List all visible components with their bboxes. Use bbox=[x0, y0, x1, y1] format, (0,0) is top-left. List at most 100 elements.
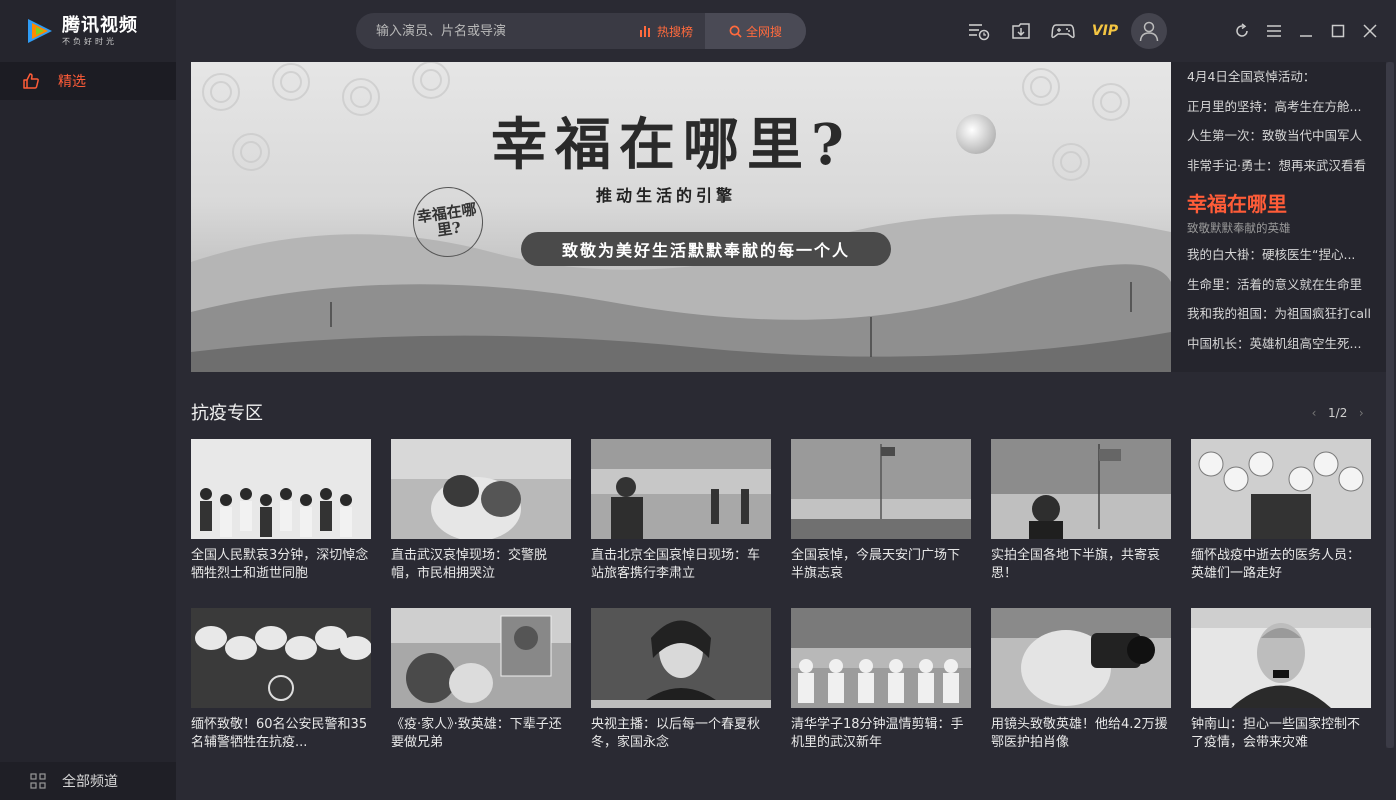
sidebar-item-featured[interactable]: 精选 bbox=[0, 62, 176, 100]
pager: ‹ 1/2 › bbox=[1306, 406, 1369, 420]
bar-chart-icon bbox=[639, 26, 650, 37]
video-title[interactable]: 实拍全国各地下半旗，共寄哀思！ bbox=[991, 547, 1171, 583]
toolbar-icons: VIP bbox=[964, 16, 1132, 46]
list-item[interactable]: 我和我的祖国：为祖国疯狂打call bbox=[1171, 299, 1386, 329]
next-page-icon[interactable]: › bbox=[1353, 406, 1369, 420]
video-thumbnail[interactable] bbox=[1191, 439, 1371, 539]
avatar[interactable] bbox=[1131, 13, 1167, 49]
list-item[interactable]: 生命里：活着的意义就在生命里 bbox=[1171, 270, 1386, 300]
minimize-button[interactable] bbox=[1290, 16, 1322, 46]
vip-label: VIP bbox=[1091, 23, 1119, 39]
sidebar: 腾讯视频 不负好时光 精选 全部频道 bbox=[0, 0, 176, 800]
download-icon bbox=[1012, 23, 1030, 39]
video-title[interactable]: 《疫·家人》·致英雄：下辈子还要做兄弟 bbox=[391, 716, 571, 752]
logo[interactable]: 腾讯视频 不负好时光 bbox=[24, 14, 154, 48]
search-input[interactable] bbox=[356, 13, 627, 49]
video-title[interactable]: 直击武汉哀悼现场：交警脱帽，市民相拥哭泣 bbox=[391, 547, 571, 583]
refresh-icon bbox=[1236, 23, 1248, 37]
video-thumbnail[interactable] bbox=[191, 608, 371, 708]
page-total: 2 bbox=[1339, 406, 1348, 420]
list-item[interactable]: 人生第一次：致敬当代中国军人 bbox=[1171, 121, 1386, 151]
hero-banner[interactable]: 幸福在哪里? 推动生活的引擎 幸福在哪里? 致敬为美好生活默默奉献的每一个人 bbox=[191, 62, 1171, 372]
logo-title: 腾讯视频 bbox=[62, 14, 138, 36]
search-box: 热搜榜 全网搜 bbox=[356, 13, 806, 49]
video-thumbnail[interactable] bbox=[591, 439, 771, 539]
video-thumbnail[interactable] bbox=[991, 608, 1171, 708]
all-channels-label: 全部频道 bbox=[62, 774, 118, 790]
list-item-active[interactable]: 幸福在哪里 致敬默默奉献的英雄 bbox=[1171, 180, 1386, 240]
list-item[interactable]: 正月里的坚持：高考生在方舱... bbox=[1171, 92, 1386, 122]
history-button[interactable] bbox=[964, 16, 994, 46]
prev-page-icon[interactable]: ‹ bbox=[1306, 406, 1322, 420]
video-card[interactable]: 直击武汉哀悼现场：交警脱帽，市民相拥哭泣 bbox=[391, 439, 571, 583]
featured-list: 4月4日全国哀悼活动： 正月里的坚持：高考生在方舱... 人生第一次：致敬当代中… bbox=[1171, 62, 1386, 372]
grid-icon bbox=[30, 773, 46, 789]
video-title[interactable]: 缅怀战疫中逝去的医务人员：英雄们一路走好 bbox=[1191, 547, 1371, 583]
video-card[interactable]: 缅怀致敬！60名公安民警和35名辅警牺牲在抗疫... bbox=[191, 608, 371, 752]
video-card[interactable]: 《疫·家人》·致英雄：下辈子还要做兄弟 bbox=[391, 608, 571, 752]
search-all-label: 全网搜 bbox=[745, 24, 782, 39]
close-icon bbox=[1363, 24, 1377, 38]
video-card[interactable]: 全国人民默哀3分钟，深切悼念牺牲烈士和逝世同胞 bbox=[191, 439, 371, 583]
video-title[interactable]: 缅怀致敬！60名公安民警和35名辅警牺牲在抗疫... bbox=[191, 716, 371, 752]
section-title: 抗疫专区 bbox=[191, 403, 263, 424]
minimize-icon bbox=[1300, 35, 1312, 37]
sidebar-item-label: 精选 bbox=[58, 74, 86, 90]
history-icon bbox=[969, 24, 990, 41]
hot-search-button[interactable]: 热搜榜 bbox=[627, 13, 705, 49]
video-card[interactable]: 央视主播：以后每一个春夏秋冬，家国永念 bbox=[591, 608, 771, 752]
video-card[interactable]: 钟南山：担心一些国家控制不了疫情，会带来灾难 bbox=[1191, 608, 1371, 752]
refresh-button[interactable] bbox=[1226, 16, 1258, 46]
video-thumbnail[interactable] bbox=[191, 439, 371, 539]
video-thumbnail[interactable] bbox=[1191, 608, 1371, 708]
list-item[interactable]: 我的白大褂：硬核医生“捏心... bbox=[1171, 240, 1386, 270]
video-thumbnail[interactable] bbox=[791, 608, 971, 708]
close-button[interactable] bbox=[1354, 16, 1386, 46]
video-thumbnail[interactable] bbox=[991, 439, 1171, 539]
video-title[interactable]: 用镜头致敬英雄！他给4.2万援鄂医护拍肖像 bbox=[991, 716, 1171, 752]
video-card[interactable]: 缅怀战疫中逝去的医务人员：英雄们一路走好 bbox=[1191, 439, 1371, 583]
video-title[interactable]: 钟南山：担心一些国家控制不了疫情，会带来灾难 bbox=[1191, 716, 1371, 752]
page-current: 1 bbox=[1328, 406, 1336, 420]
top-bar: 热搜榜 全网搜 bbox=[176, 0, 1396, 62]
list-item[interactable]: 中国机长：英雄机组高空生死... bbox=[1171, 329, 1386, 359]
menu-icon bbox=[1267, 25, 1281, 37]
video-thumbnail[interactable] bbox=[391, 439, 571, 539]
video-card[interactable]: 用镜头致敬英雄！他给4.2万援鄂医护拍肖像 bbox=[991, 608, 1171, 752]
user-icon bbox=[1139, 21, 1159, 42]
video-thumbnail[interactable] bbox=[591, 608, 771, 708]
video-title[interactable]: 直击北京全国哀悼日现场：车站旅客携行李肃立 bbox=[591, 547, 771, 583]
video-thumbnail[interactable] bbox=[391, 608, 571, 708]
banner-subtitle: 推动生活的引擎 bbox=[596, 186, 737, 205]
banner-moon bbox=[956, 114, 996, 154]
video-card[interactable]: 实拍全国各地下半旗，共寄哀思！ bbox=[991, 439, 1171, 583]
page-indicator: 1/2 bbox=[1328, 406, 1347, 420]
video-card[interactable]: 直击北京全国哀悼日现场：车站旅客携行李肃立 bbox=[591, 439, 771, 583]
scrollbar-thumb[interactable] bbox=[1386, 62, 1394, 748]
scrollbar[interactable] bbox=[1386, 62, 1394, 748]
tencent-video-logo-icon bbox=[28, 19, 52, 43]
hot-search-label: 热搜榜 bbox=[656, 24, 693, 39]
video-title[interactable]: 全国人民默哀3分钟，深切悼念牺牲烈士和逝世同胞 bbox=[191, 547, 371, 583]
video-title[interactable]: 全国哀悼，今晨天安门广场下半旗志哀 bbox=[791, 547, 971, 583]
maximize-button[interactable] bbox=[1322, 16, 1354, 46]
video-card[interactable]: 全国哀悼，今晨天安门广场下半旗志哀 bbox=[791, 439, 971, 583]
video-title[interactable]: 央视主播：以后每一个春夏秋冬，家国永念 bbox=[591, 716, 771, 752]
video-card[interactable]: 清华学子18分钟温情剪辑：手机里的武汉新年 bbox=[791, 608, 971, 752]
download-button[interactable] bbox=[1006, 16, 1036, 46]
game-button[interactable] bbox=[1048, 16, 1078, 46]
search-icon bbox=[729, 25, 742, 38]
vip-button[interactable]: VIP bbox=[1090, 16, 1120, 46]
list-item[interactable]: 非常手记·勇士：想再来武汉看看 bbox=[1171, 151, 1386, 181]
thumbs-up-icon bbox=[23, 73, 39, 89]
maximize-icon bbox=[1331, 24, 1345, 38]
gamepad-icon bbox=[1051, 24, 1075, 39]
list-item[interactable]: 4月4日全国哀悼活动： bbox=[1171, 62, 1386, 92]
search-all-button[interactable]: 全网搜 bbox=[704, 13, 806, 49]
all-channels-button[interactable]: 全部频道 bbox=[0, 762, 176, 800]
menu-button[interactable] bbox=[1258, 16, 1290, 46]
video-title[interactable]: 清华学子18分钟温情剪辑：手机里的武汉新年 bbox=[791, 716, 971, 752]
logo-slogan: 不负好时光 bbox=[62, 36, 117, 46]
active-subtitle: 致敬默默奉献的英雄 bbox=[1187, 221, 1291, 235]
video-thumbnail[interactable] bbox=[791, 439, 971, 539]
